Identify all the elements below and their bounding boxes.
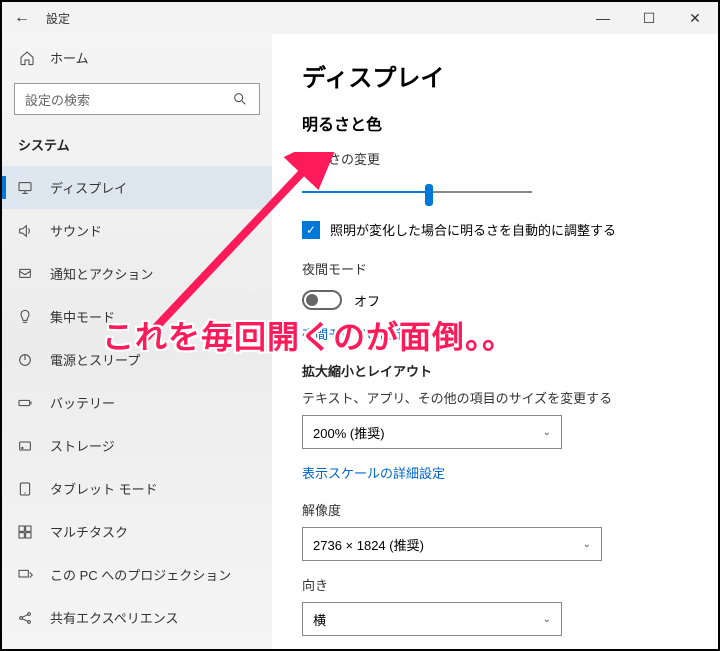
sidebar-item-display[interactable]: ディスプレイ xyxy=(2,166,272,209)
sidebar-home[interactable]: ホーム xyxy=(2,38,272,77)
titlebar: ← 設定 — ☐ ✕ xyxy=(2,2,718,34)
focus-icon xyxy=(16,308,34,326)
back-button[interactable]: ← xyxy=(14,9,30,27)
search-icon xyxy=(231,90,249,108)
scale-value: 200% (推奨) xyxy=(313,423,385,442)
sidebar-item-multitask[interactable]: マルチタスク xyxy=(2,510,272,553)
sidebar-item-remote[interactable]: リモート デスクトップ xyxy=(2,639,272,649)
sidebar-item-notifications[interactable]: 通知とアクション xyxy=(2,252,272,295)
sidebar-item-label: サウンド xyxy=(50,221,102,240)
sidebar-item-label: ディスプレイ xyxy=(50,178,127,197)
window-title: 設定 xyxy=(46,10,70,27)
night-mode-toggle[interactable] xyxy=(302,290,342,310)
sidebar-home-label: ホーム xyxy=(50,48,89,67)
sidebar: ホーム 設定の検索 システム ディスプレイ サウンド xyxy=(2,34,272,649)
close-button[interactable]: ✕ xyxy=(672,2,718,34)
tablet-icon xyxy=(16,480,34,498)
night-mode-label: 夜間モード xyxy=(302,259,688,278)
sidebar-item-power[interactable]: 電源とスリープ xyxy=(2,338,272,381)
night-mode-state: オフ xyxy=(354,291,380,310)
sidebar-item-share[interactable]: 共有エクスペリエンス xyxy=(2,596,272,639)
resolution-select[interactable]: 2736 × 1824 (推奨) ⌄ xyxy=(302,527,602,561)
sidebar-item-label: この PC へのプロジェクション xyxy=(50,565,231,584)
projection-icon xyxy=(16,566,34,584)
sidebar-item-label: ストレージ xyxy=(50,436,115,455)
content: ディスプレイ 明るさと色 明るさの変更 ✓ 照明が変化した場合に明るさを自動的に… xyxy=(272,34,718,649)
chevron-down-icon: ⌄ xyxy=(543,614,551,625)
resolution-value: 2736 × 1824 (推奨) xyxy=(313,535,424,554)
sidebar-item-label: タブレット モード xyxy=(50,479,158,498)
slider-fill xyxy=(302,191,429,193)
search-placeholder: 設定の検索 xyxy=(25,90,231,109)
battery-icon xyxy=(16,394,34,412)
night-mode-settings-link[interactable]: 夜間モードの設定 xyxy=(302,324,688,343)
sidebar-item-battery[interactable]: バッテリー xyxy=(2,381,272,424)
sidebar-item-label: 共有エクスペリエンス xyxy=(50,608,178,627)
sidebar-heading: システム xyxy=(2,125,272,166)
sidebar-item-storage[interactable]: ストレージ xyxy=(2,424,272,467)
orientation-select[interactable]: 横 ⌄ xyxy=(302,602,562,636)
display-icon xyxy=(16,179,34,197)
sound-icon xyxy=(16,222,34,240)
section-brightness-heading: 明るさと色 xyxy=(302,111,688,135)
orientation-value: 横 xyxy=(313,610,326,629)
brightness-label: 明るさの変更 xyxy=(302,149,688,168)
chevron-down-icon: ⌄ xyxy=(583,539,591,550)
auto-brightness-checkbox[interactable]: ✓ xyxy=(302,221,320,239)
scale-heading: 拡大縮小とレイアウト xyxy=(302,361,688,380)
storage-icon xyxy=(16,437,34,455)
chevron-down-icon: ⌄ xyxy=(543,427,551,438)
sidebar-item-sound[interactable]: サウンド xyxy=(2,209,272,252)
slider-thumb[interactable] xyxy=(425,184,433,206)
sidebar-item-label: 集中モード xyxy=(50,307,115,326)
share-icon xyxy=(16,609,34,627)
orientation-label: 向き xyxy=(302,575,688,594)
search-input[interactable]: 設定の検索 xyxy=(14,83,260,115)
scale-advanced-link[interactable]: 表示スケールの詳細設定 xyxy=(302,463,688,482)
sidebar-item-label: マルチタスク xyxy=(50,522,128,541)
sidebar-item-tablet[interactable]: タブレット モード xyxy=(2,467,272,510)
scale-label: テキスト、アプリ、その他の項目のサイズを変更する xyxy=(302,388,688,407)
power-icon xyxy=(16,351,34,369)
brightness-slider[interactable] xyxy=(302,180,532,204)
notification-icon xyxy=(16,265,34,283)
resolution-label: 解像度 xyxy=(302,500,688,519)
sidebar-item-focus[interactable]: 集中モード xyxy=(2,295,272,338)
home-icon xyxy=(18,49,36,67)
minimize-button[interactable]: — xyxy=(580,2,626,34)
sidebar-item-projection[interactable]: この PC へのプロジェクション xyxy=(2,553,272,596)
sidebar-item-label: 通知とアクション xyxy=(50,264,153,283)
scale-select[interactable]: 200% (推奨) ⌄ xyxy=(302,415,562,449)
multitask-icon xyxy=(16,523,34,541)
sidebar-item-label: 電源とスリープ xyxy=(50,350,140,369)
page-title: ディスプレイ xyxy=(302,58,688,93)
sidebar-nav: ディスプレイ サウンド 通知とアクション 集中モード 電源とスリープ xyxy=(2,166,272,649)
sidebar-item-label: バッテリー xyxy=(50,393,115,412)
auto-brightness-label: 照明が変化した場合に明るさを自動的に調整する xyxy=(330,220,616,239)
maximize-button[interactable]: ☐ xyxy=(626,2,672,34)
